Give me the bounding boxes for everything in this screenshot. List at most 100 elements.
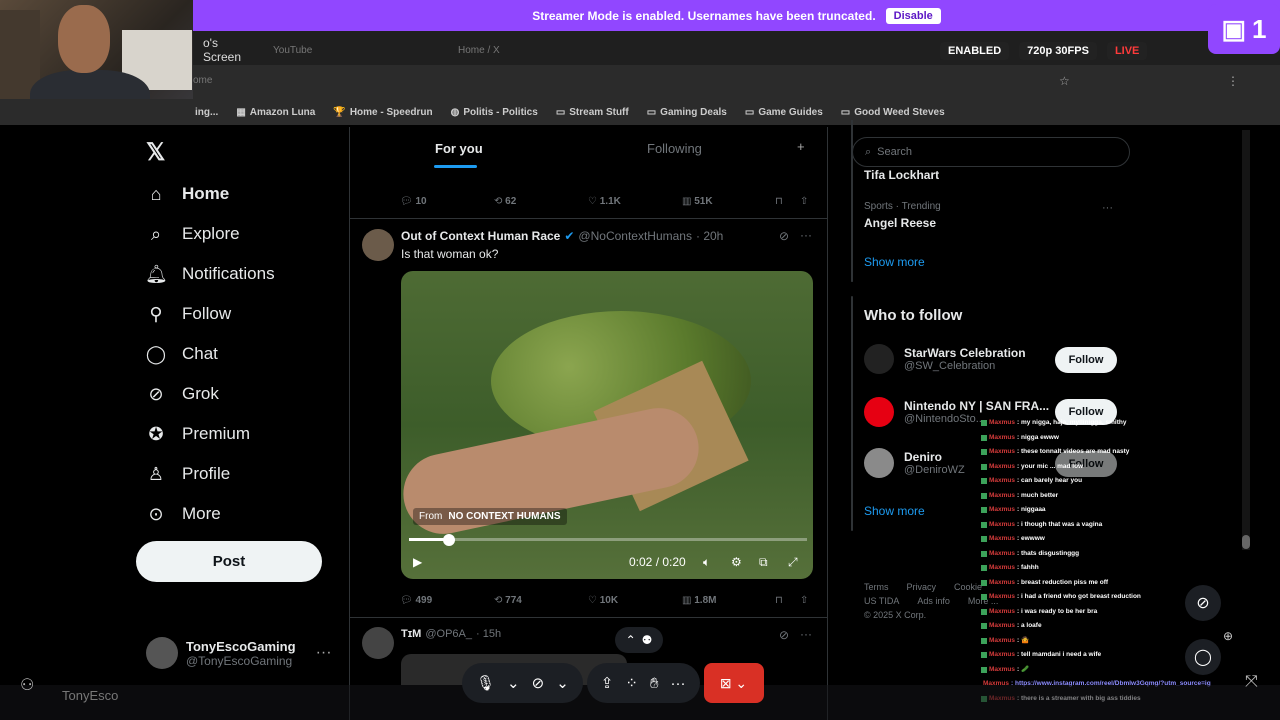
- repost-button[interactable]: ⟲ 62: [494, 196, 516, 207]
- grok-icon[interactable]: ⊘: [1185, 585, 1221, 621]
- reply-button[interactable]: 💬︎ 499: [400, 595, 432, 606]
- chat-icon[interactable]: ◯: [1185, 639, 1221, 675]
- expand-icon[interactable]: ⤧: [1245, 673, 1258, 691]
- video-source[interactable]: From NO CONTEXT HUMANS: [413, 508, 567, 525]
- post-button[interactable]: Post: [136, 541, 322, 582]
- bookmark-item[interactable]: ▦ Amazon Luna: [236, 107, 315, 118]
- chevron-down-icon[interactable]: ⌄: [507, 674, 520, 692]
- settings-icon[interactable]: ⚙: [731, 555, 742, 569]
- raise-hand-icon[interactable]: ✋︎: [650, 675, 659, 692]
- tab-for-you[interactable]: For you: [435, 141, 483, 156]
- bookmark-item[interactable]: ▭ Good Weed Steves: [841, 107, 945, 118]
- tweet-time[interactable]: · 15h: [476, 628, 501, 640]
- more-horizontal-icon[interactable]: ···: [1102, 202, 1113, 214]
- chat-text: : these tonnalt videos are mad nasty: [1017, 448, 1130, 455]
- show-more-link[interactable]: Show more: [864, 504, 925, 518]
- bookmark-icon[interactable]: ⊓: [775, 196, 783, 207]
- fullscreen-icon[interactable]: ⤢: [788, 555, 798, 570]
- more-horizontal-icon[interactable]: ···: [671, 675, 686, 692]
- play-icon[interactable]: ▶: [413, 555, 422, 569]
- camera-off-icon[interactable]: ⊘: [532, 674, 545, 692]
- footer-link[interactable]: Cookie: [954, 582, 982, 592]
- chat-text: : much better: [1017, 491, 1059, 499]
- zoom-icon[interactable]: ⊕: [1223, 629, 1233, 643]
- bookmark-item[interactable]: ▭ Gaming Deals: [647, 107, 727, 118]
- bookmark-item[interactable]: ◍ Politis - Politics: [451, 107, 538, 118]
- tab-following[interactable]: Following: [647, 141, 702, 156]
- bookmark-item[interactable]: 🏆 Home - Speedrun: [333, 107, 432, 118]
- add-person-icon[interactable]: ⚇: [20, 675, 34, 695]
- tweet-time[interactable]: · 20h: [696, 229, 723, 243]
- bookmark-item[interactable]: ▭ Game Guides: [745, 107, 823, 118]
- footer-link[interactable]: US TIDA: [864, 596, 899, 606]
- tweet-author[interactable]: TɪM: [401, 628, 421, 640]
- x-logo-icon[interactable]: 𝕏: [146, 138, 165, 167]
- views-button[interactable]: ▥ 51K: [682, 196, 713, 207]
- end-call-button[interactable]: ⊠ ⌄: [703, 663, 764, 703]
- tweet-author[interactable]: Out of Context Human Race: [401, 229, 560, 243]
- pip-icon[interactable]: ⧉: [759, 555, 768, 570]
- chevron-down-icon[interactable]: ⌄: [556, 674, 569, 692]
- reply-button[interactable]: 💬︎ 10: [400, 196, 427, 207]
- tweet-handle[interactable]: @NoContextHumans: [578, 229, 692, 243]
- scrollbar-thumb[interactable]: [1242, 535, 1250, 549]
- bookmark-star-icon[interactable]: ☆: [1059, 74, 1070, 88]
- more-horizontal-icon[interactable]: ···: [800, 228, 812, 242]
- repost-button[interactable]: ⟲ 774: [494, 595, 522, 606]
- nav-more[interactable]: ⊙ More: [145, 502, 220, 526]
- bookmark-item[interactable]: ▭ Stream Stuff: [556, 107, 629, 118]
- address-text[interactable]: ome: [193, 75, 212, 86]
- like-button[interactable]: ♡ 1.1K: [588, 196, 621, 207]
- meet-participants-toggle[interactable]: ⌃ ⚉: [615, 627, 663, 653]
- more-vert-icon[interactable]: ⋮: [1227, 74, 1239, 88]
- grok-icon[interactable]: ⊘: [779, 229, 789, 243]
- nav-grok[interactable]: ⊘ Grok: [145, 382, 218, 406]
- like-button[interactable]: ♡ 10K: [588, 595, 618, 606]
- bookmark-item[interactable]: ing...: [195, 107, 218, 118]
- nav-follow[interactable]: ⚲ Follow: [145, 302, 231, 326]
- bookmark-icon[interactable]: ⊓: [775, 595, 783, 606]
- add-tab-icon[interactable]: +: [797, 139, 805, 154]
- trend-name[interactable]: Tifa Lockhart: [864, 168, 939, 182]
- tab-screen[interactable]: o's Screen: [193, 36, 253, 64]
- more-horizontal-icon[interactable]: ···: [316, 644, 332, 662]
- video-player[interactable]: From NO CONTEXT HUMANS ▶ 0:02 / 0:20 🔈︎ …: [401, 271, 813, 579]
- nav-premium[interactable]: ✪ Premium: [145, 422, 250, 446]
- video-scrub-handle[interactable]: [442, 534, 455, 546]
- avatar[interactable]: [362, 229, 394, 261]
- views-button[interactable]: ▥ 1.8M: [682, 595, 716, 606]
- follow-suggestion[interactable]: StarWars Celebration @SW_Celebration: [864, 344, 1026, 374]
- footer-link[interactable]: Ads info: [917, 596, 950, 606]
- account-switcher[interactable]: TonyEscoGaming @TonyEscoGaming ···: [146, 633, 336, 673]
- twitch-badge: ▣ 1: [1208, 4, 1280, 54]
- follow-button[interactable]: Follow: [1055, 347, 1117, 373]
- trend-item[interactable]: Sports · Trending Angel Reese: [864, 201, 941, 230]
- nav-chat[interactable]: ◯ Chat: [145, 342, 218, 366]
- follow-suggestion[interactable]: Deniro @DeniroWZ: [864, 448, 965, 478]
- more-horizontal-icon[interactable]: ···: [800, 627, 812, 641]
- search-icon: ⌕: [150, 223, 162, 244]
- video-progress-bar[interactable]: [409, 538, 807, 541]
- disable-streamer-mode-button[interactable]: Disable: [885, 7, 941, 24]
- page-scrollbar[interactable]: [1242, 130, 1250, 550]
- apps-icon[interactable]: ⁘: [625, 674, 638, 692]
- nav-notifications[interactable]: 🔔︎ Notifications: [145, 262, 275, 286]
- nav-explore[interactable]: ⌕ Explore: [145, 222, 240, 246]
- share-icon[interactable]: ⇧: [800, 196, 808, 207]
- volume-icon[interactable]: 🔈︎: [703, 555, 710, 570]
- verified-badge-icon: ✔: [564, 229, 575, 243]
- grok-icon[interactable]: ⊘: [779, 628, 789, 642]
- nav-profile[interactable]: ♙ Profile: [145, 462, 230, 486]
- tab-home-x[interactable]: Home / X: [448, 37, 628, 63]
- tab-youtube[interactable]: YouTube: [263, 37, 433, 63]
- tweet-handle[interactable]: @OP6A_: [425, 628, 472, 640]
- footer-link[interactable]: Terms: [864, 582, 889, 592]
- footer-link[interactable]: Privacy: [907, 582, 937, 592]
- search-input[interactable]: ⌕ Search: [852, 137, 1130, 167]
- share-screen-icon[interactable]: ⇪: [601, 674, 614, 692]
- microphone-icon[interactable]: 🎙︎: [476, 674, 495, 692]
- avatar[interactable]: [362, 627, 394, 659]
- share-icon[interactable]: ⇧: [800, 595, 808, 606]
- nav-home[interactable]: ⌂ Home: [145, 182, 230, 206]
- show-more-link[interactable]: Show more: [864, 255, 925, 269]
